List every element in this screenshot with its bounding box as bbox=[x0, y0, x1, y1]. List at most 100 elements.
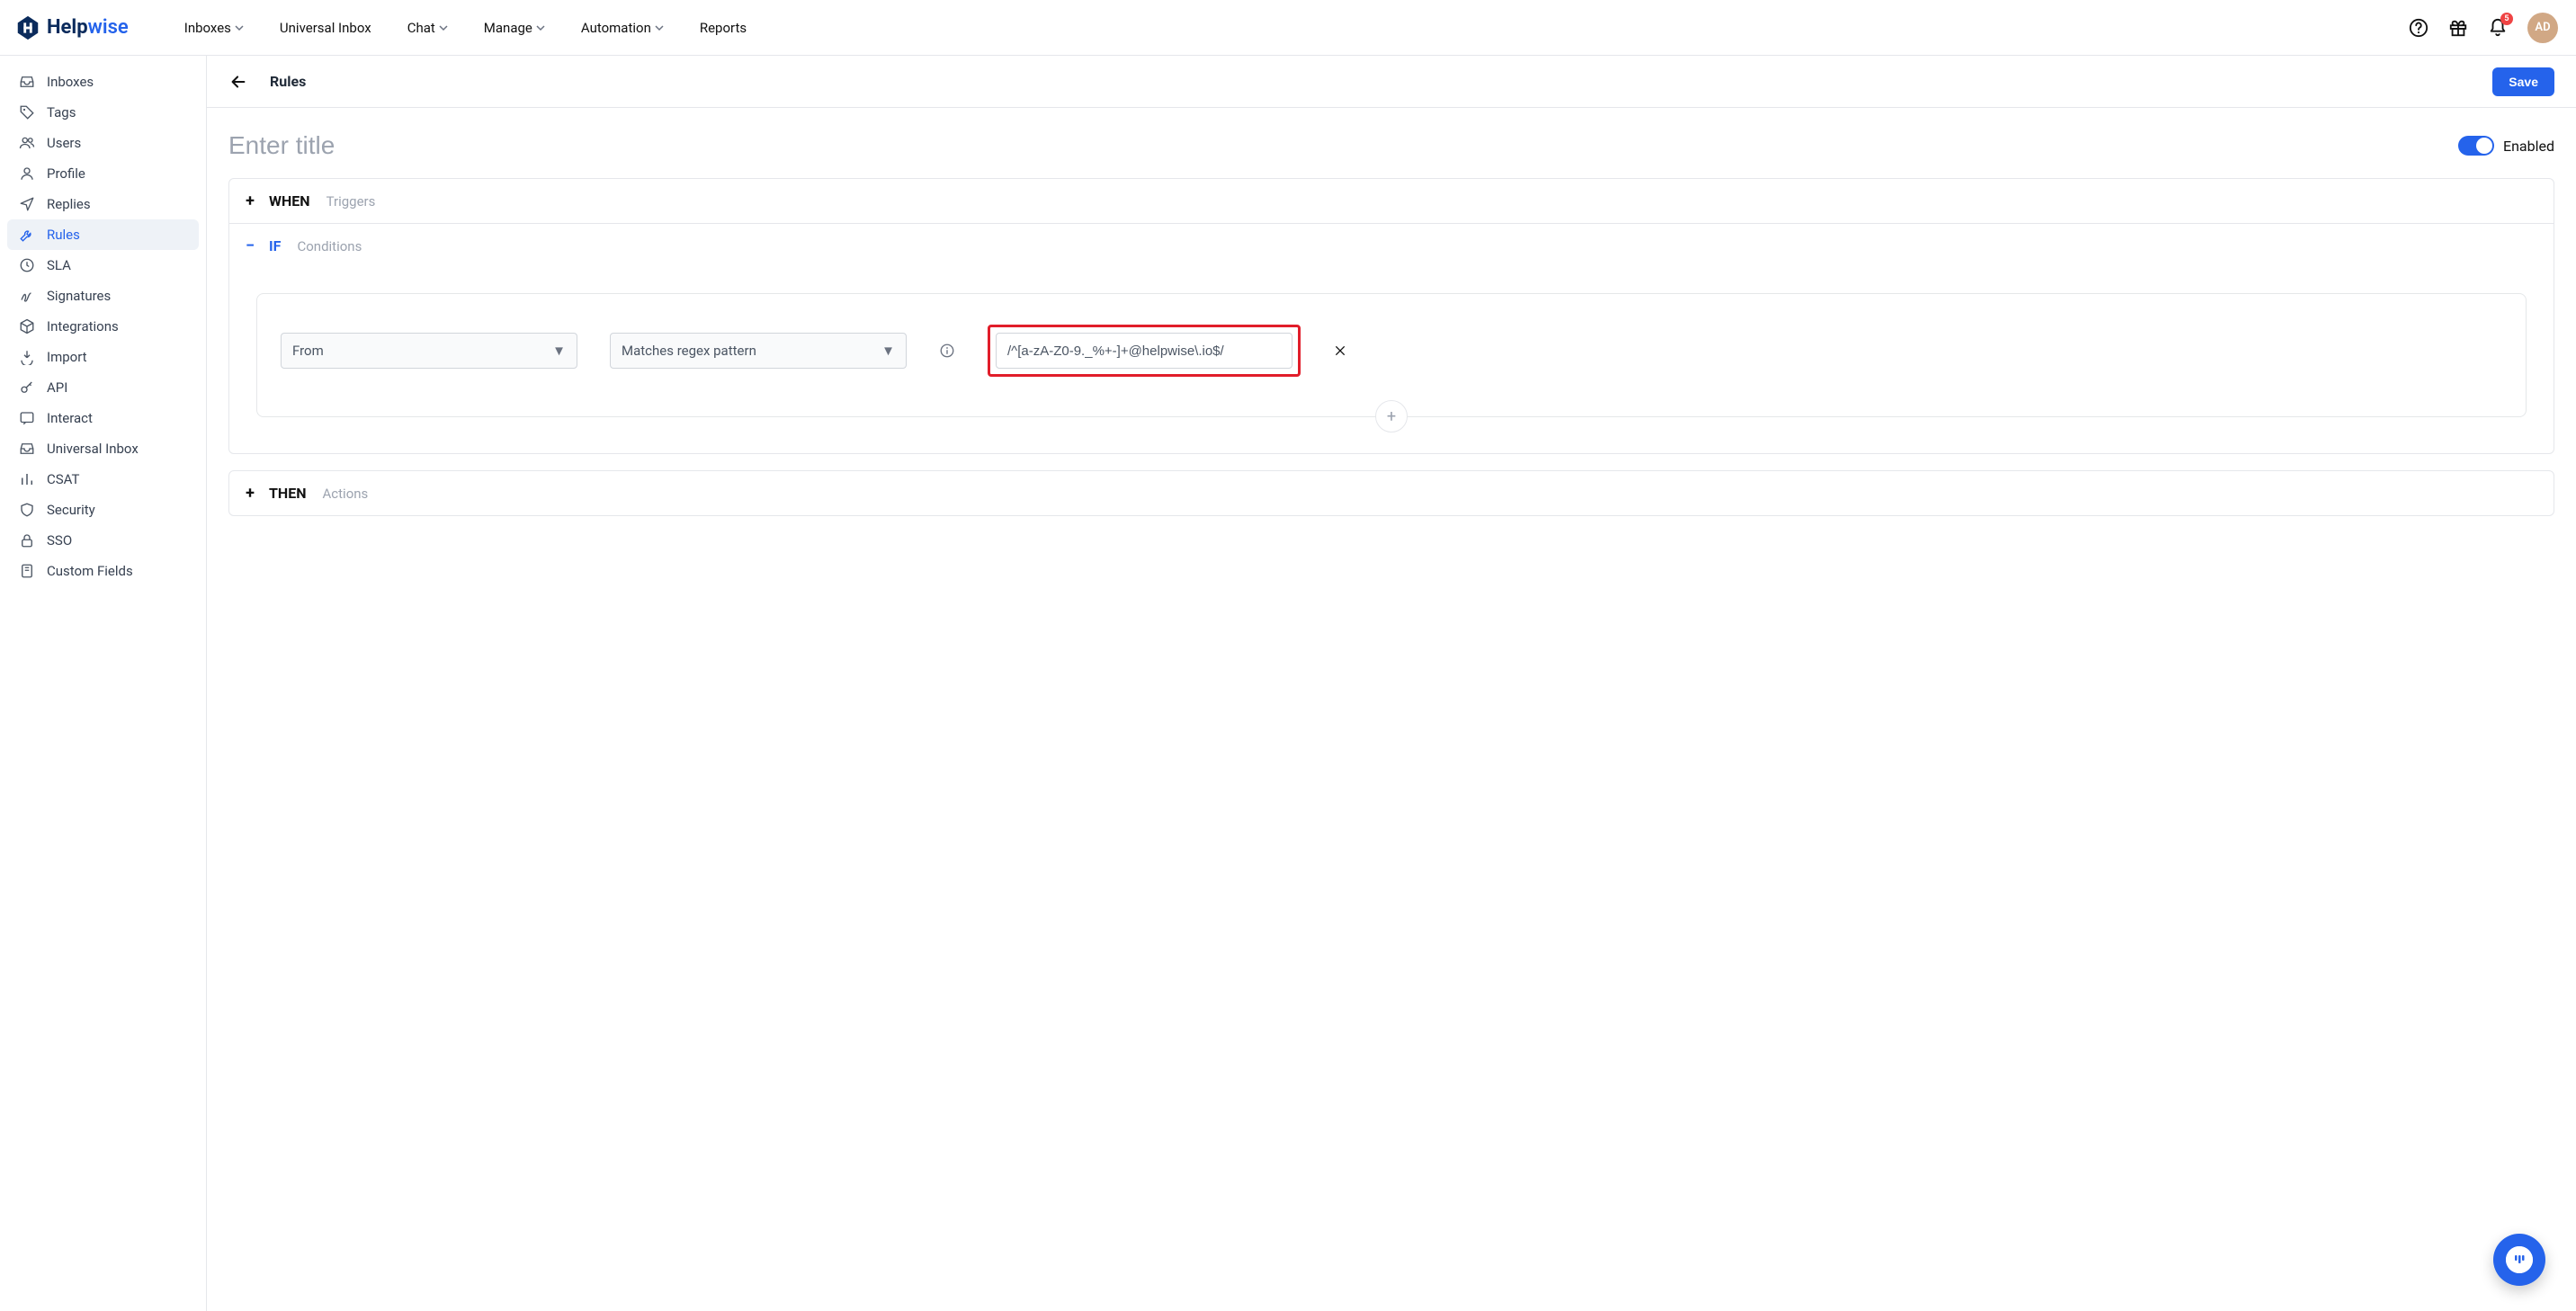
enabled-toggle-wrap: Enabled bbox=[2458, 136, 2554, 156]
nav-inboxes[interactable]: Inboxes bbox=[184, 20, 244, 36]
section-sub-when: Triggers bbox=[326, 193, 376, 210]
layout: Inboxes Tags Users Profile Replies Rules… bbox=[0, 56, 2576, 1311]
book-icon bbox=[18, 563, 36, 579]
sidebar-item-custom-fields[interactable]: Custom Fields bbox=[7, 556, 199, 586]
remove-condition-button[interactable] bbox=[1333, 343, 1347, 358]
sidebar-item-sla[interactable]: SLA bbox=[7, 250, 199, 281]
sidebar-item-csat[interactable]: CSAT bbox=[7, 464, 199, 495]
sidebar-item-tags[interactable]: Tags bbox=[7, 97, 199, 128]
avatar-initials: AD bbox=[2535, 21, 2550, 34]
section-body-if: From ▼ Matches regex pattern ▼ bbox=[229, 268, 2554, 453]
sidebar-item-label: Security bbox=[47, 502, 95, 518]
nav-reports-label: Reports bbox=[700, 20, 747, 36]
condition-box: From ▼ Matches regex pattern ▼ bbox=[256, 293, 2527, 417]
section-header-when[interactable]: + WHEN Triggers bbox=[229, 179, 2554, 224]
sidebar-item-users[interactable]: Users bbox=[7, 128, 199, 158]
rule-then-card: + THEN Actions bbox=[228, 470, 2554, 516]
topbar: Helpwise Inboxes Universal Inbox Chat Ma… bbox=[0, 0, 2576, 56]
sidebar-item-label: API bbox=[47, 379, 67, 396]
nav-universal-label: Universal Inbox bbox=[280, 20, 371, 36]
section-header-if[interactable]: − IF Conditions bbox=[229, 224, 2554, 268]
import-icon bbox=[18, 349, 36, 365]
lock-icon bbox=[18, 532, 36, 548]
sidebar-item-security[interactable]: Security bbox=[7, 495, 199, 525]
gift-button[interactable] bbox=[2448, 18, 2468, 38]
logo[interactable]: Helpwise bbox=[14, 14, 129, 41]
back-button[interactable] bbox=[228, 72, 248, 92]
sidebar-item-label: Profile bbox=[47, 165, 85, 182]
nav-automation[interactable]: Automation bbox=[581, 20, 664, 36]
nav-inboxes-label: Inboxes bbox=[184, 20, 231, 36]
chevron-down-icon bbox=[536, 23, 545, 32]
info-button[interactable] bbox=[939, 343, 955, 359]
help-icon bbox=[2409, 18, 2428, 38]
shield-icon bbox=[18, 502, 36, 518]
subheader-left: Rules bbox=[228, 72, 306, 92]
nav-universal-inbox[interactable]: Universal Inbox bbox=[280, 20, 371, 36]
sidebar-item-rules[interactable]: Rules bbox=[7, 219, 199, 250]
condition-value-input[interactable] bbox=[996, 333, 1292, 369]
sidebar-item-api[interactable]: API bbox=[7, 372, 199, 403]
sidebar-item-label: Signatures bbox=[47, 288, 111, 304]
sidebar-item-label: Tags bbox=[47, 104, 76, 120]
section-sub-then: Actions bbox=[323, 486, 369, 502]
profile-icon bbox=[18, 165, 36, 182]
plus-icon: + bbox=[244, 484, 256, 503]
sidebar-item-interact[interactable]: Interact bbox=[7, 403, 199, 433]
condition-field-value: From bbox=[292, 343, 324, 359]
nav-chat[interactable]: Chat bbox=[407, 20, 448, 36]
notification-count-badge: 5 bbox=[2500, 13, 2513, 25]
plus-icon: + bbox=[244, 192, 256, 210]
package-icon bbox=[18, 318, 36, 334]
sidebar-item-inboxes[interactable]: Inboxes bbox=[7, 67, 199, 97]
nav-reports[interactable]: Reports bbox=[700, 20, 747, 36]
enabled-label: Enabled bbox=[2503, 138, 2554, 155]
info-icon bbox=[939, 343, 955, 359]
sidebar-item-label: Integrations bbox=[47, 318, 119, 334]
main: Rules Save Enabled + WHEN T bbox=[207, 56, 2576, 1311]
logo-mark-icon bbox=[14, 14, 41, 41]
enabled-toggle[interactable] bbox=[2458, 136, 2494, 156]
arrow-left-icon bbox=[228, 72, 248, 92]
sidebar-item-label: Replies bbox=[47, 196, 91, 212]
sidebar: Inboxes Tags Users Profile Replies Rules… bbox=[0, 56, 207, 1311]
add-condition-button[interactable]: + bbox=[1375, 400, 1408, 433]
gift-icon bbox=[2448, 18, 2468, 38]
topbar-right: 5 AD bbox=[2409, 13, 2558, 43]
section-name-then: THEN bbox=[269, 485, 307, 502]
triangle-down-icon: ▼ bbox=[881, 343, 895, 359]
inbox-icon bbox=[18, 74, 36, 90]
sidebar-item-signatures[interactable]: Signatures bbox=[7, 281, 199, 311]
section-header-then[interactable]: + THEN Actions bbox=[229, 471, 2554, 515]
title-row: Enabled bbox=[228, 131, 2554, 160]
rule-when-if-card: + WHEN Triggers − IF Conditions From bbox=[228, 178, 2554, 454]
highlight-box bbox=[988, 325, 1301, 377]
sidebar-item-label: Interact bbox=[47, 410, 93, 426]
sidebar-item-label: SSO bbox=[47, 532, 72, 548]
avatar[interactable]: AD bbox=[2527, 13, 2558, 43]
chat-fab[interactable] bbox=[2493, 1234, 2545, 1286]
page-title: Rules bbox=[270, 73, 306, 90]
sidebar-item-label: Universal Inbox bbox=[47, 441, 139, 457]
bar-chart-icon bbox=[18, 471, 36, 487]
send-icon bbox=[18, 196, 36, 212]
sidebar-item-replies[interactable]: Replies bbox=[7, 189, 199, 219]
sidebar-item-integrations[interactable]: Integrations bbox=[7, 311, 199, 342]
condition-field-select[interactable]: From ▼ bbox=[281, 333, 577, 369]
content: Enabled + WHEN Triggers − IF Conditions bbox=[207, 108, 2576, 568]
sidebar-item-label: CSAT bbox=[47, 471, 79, 487]
sidebar-item-profile[interactable]: Profile bbox=[7, 158, 199, 189]
subheader: Rules Save bbox=[207, 56, 2576, 108]
users-icon bbox=[18, 135, 36, 151]
rule-title-input[interactable] bbox=[228, 131, 1624, 160]
sidebar-item-sso[interactable]: SSO bbox=[7, 525, 199, 556]
save-button[interactable]: Save bbox=[2492, 67, 2554, 96]
help-button[interactable] bbox=[2409, 18, 2428, 38]
nav-manage[interactable]: Manage bbox=[484, 20, 545, 36]
notifications-button[interactable]: 5 bbox=[2488, 18, 2508, 38]
chat-icon bbox=[18, 410, 36, 426]
sidebar-item-universal-inbox[interactable]: Universal Inbox bbox=[7, 433, 199, 464]
condition-operator-select[interactable]: Matches regex pattern ▼ bbox=[610, 333, 907, 369]
triangle-down-icon: ▼ bbox=[552, 343, 566, 359]
sidebar-item-import[interactable]: Import bbox=[7, 342, 199, 372]
